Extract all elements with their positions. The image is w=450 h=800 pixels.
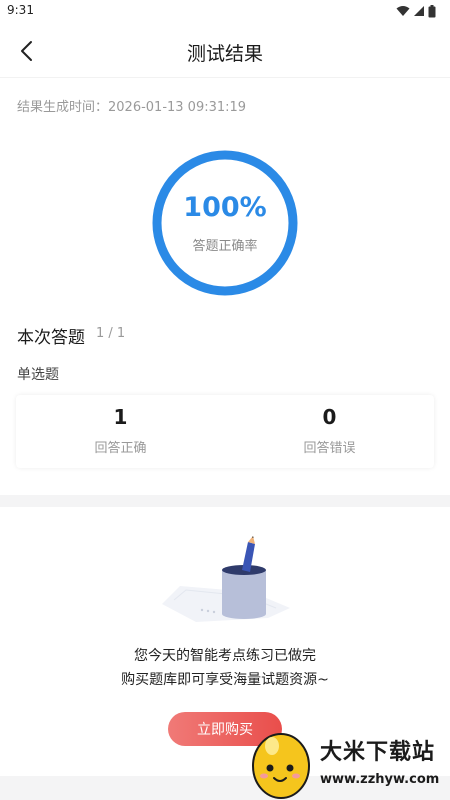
stat-correct: 1 回答正确	[16, 395, 225, 468]
result-generated-time: 结果生成时间：2026-01-13 09:31:19	[17, 100, 247, 115]
accuracy-ring-graphic	[152, 150, 298, 296]
stat-correct-value: 1	[113, 405, 128, 429]
completion-message-line2: 购买题库即可享受海量试题资源~	[121, 672, 329, 688]
accuracy-label: 答题正确率	[192, 239, 258, 254]
site-watermark: 大米下载站 www.zzhyw.com	[246, 720, 450, 800]
status-time: 9:31	[7, 3, 34, 17]
accuracy-ring-progress	[152, 150, 298, 296]
wifi-icon	[396, 6, 410, 16]
watermark-text: 大米下载站	[320, 740, 436, 765]
completion-message-line1: 您今天的智能考点练习已做完	[134, 648, 316, 664]
stat-wrong-value: 0	[322, 405, 337, 429]
stat-wrong-label: 回答错误	[303, 441, 356, 456]
stat-correct-label: 回答正确	[94, 441, 147, 456]
stat-wrong: 0 回答错误	[225, 395, 434, 468]
question-type: 单选题	[17, 367, 59, 383]
pencil-cup-illustration	[156, 534, 296, 626]
section-divider	[0, 495, 450, 507]
accuracy-percent: 100%	[183, 192, 267, 223]
battery-icon	[428, 4, 436, 17]
app-header: 测试结果	[0, 24, 450, 78]
stats-card: 1 回答正确 0 回答错误	[16, 395, 434, 468]
page-title: 测试结果	[186, 43, 263, 65]
section-count: 1 / 1	[96, 326, 126, 341]
watermark-url: www.zzhyw.com	[320, 772, 440, 787]
status-icons	[396, 4, 436, 18]
section-title: 本次答题	[17, 328, 85, 348]
signal-icon	[414, 6, 424, 16]
mascot-logo	[252, 733, 310, 799]
accuracy-ring: 100% 答题正确率	[150, 148, 300, 298]
status-bar: 9:31	[0, 0, 450, 24]
